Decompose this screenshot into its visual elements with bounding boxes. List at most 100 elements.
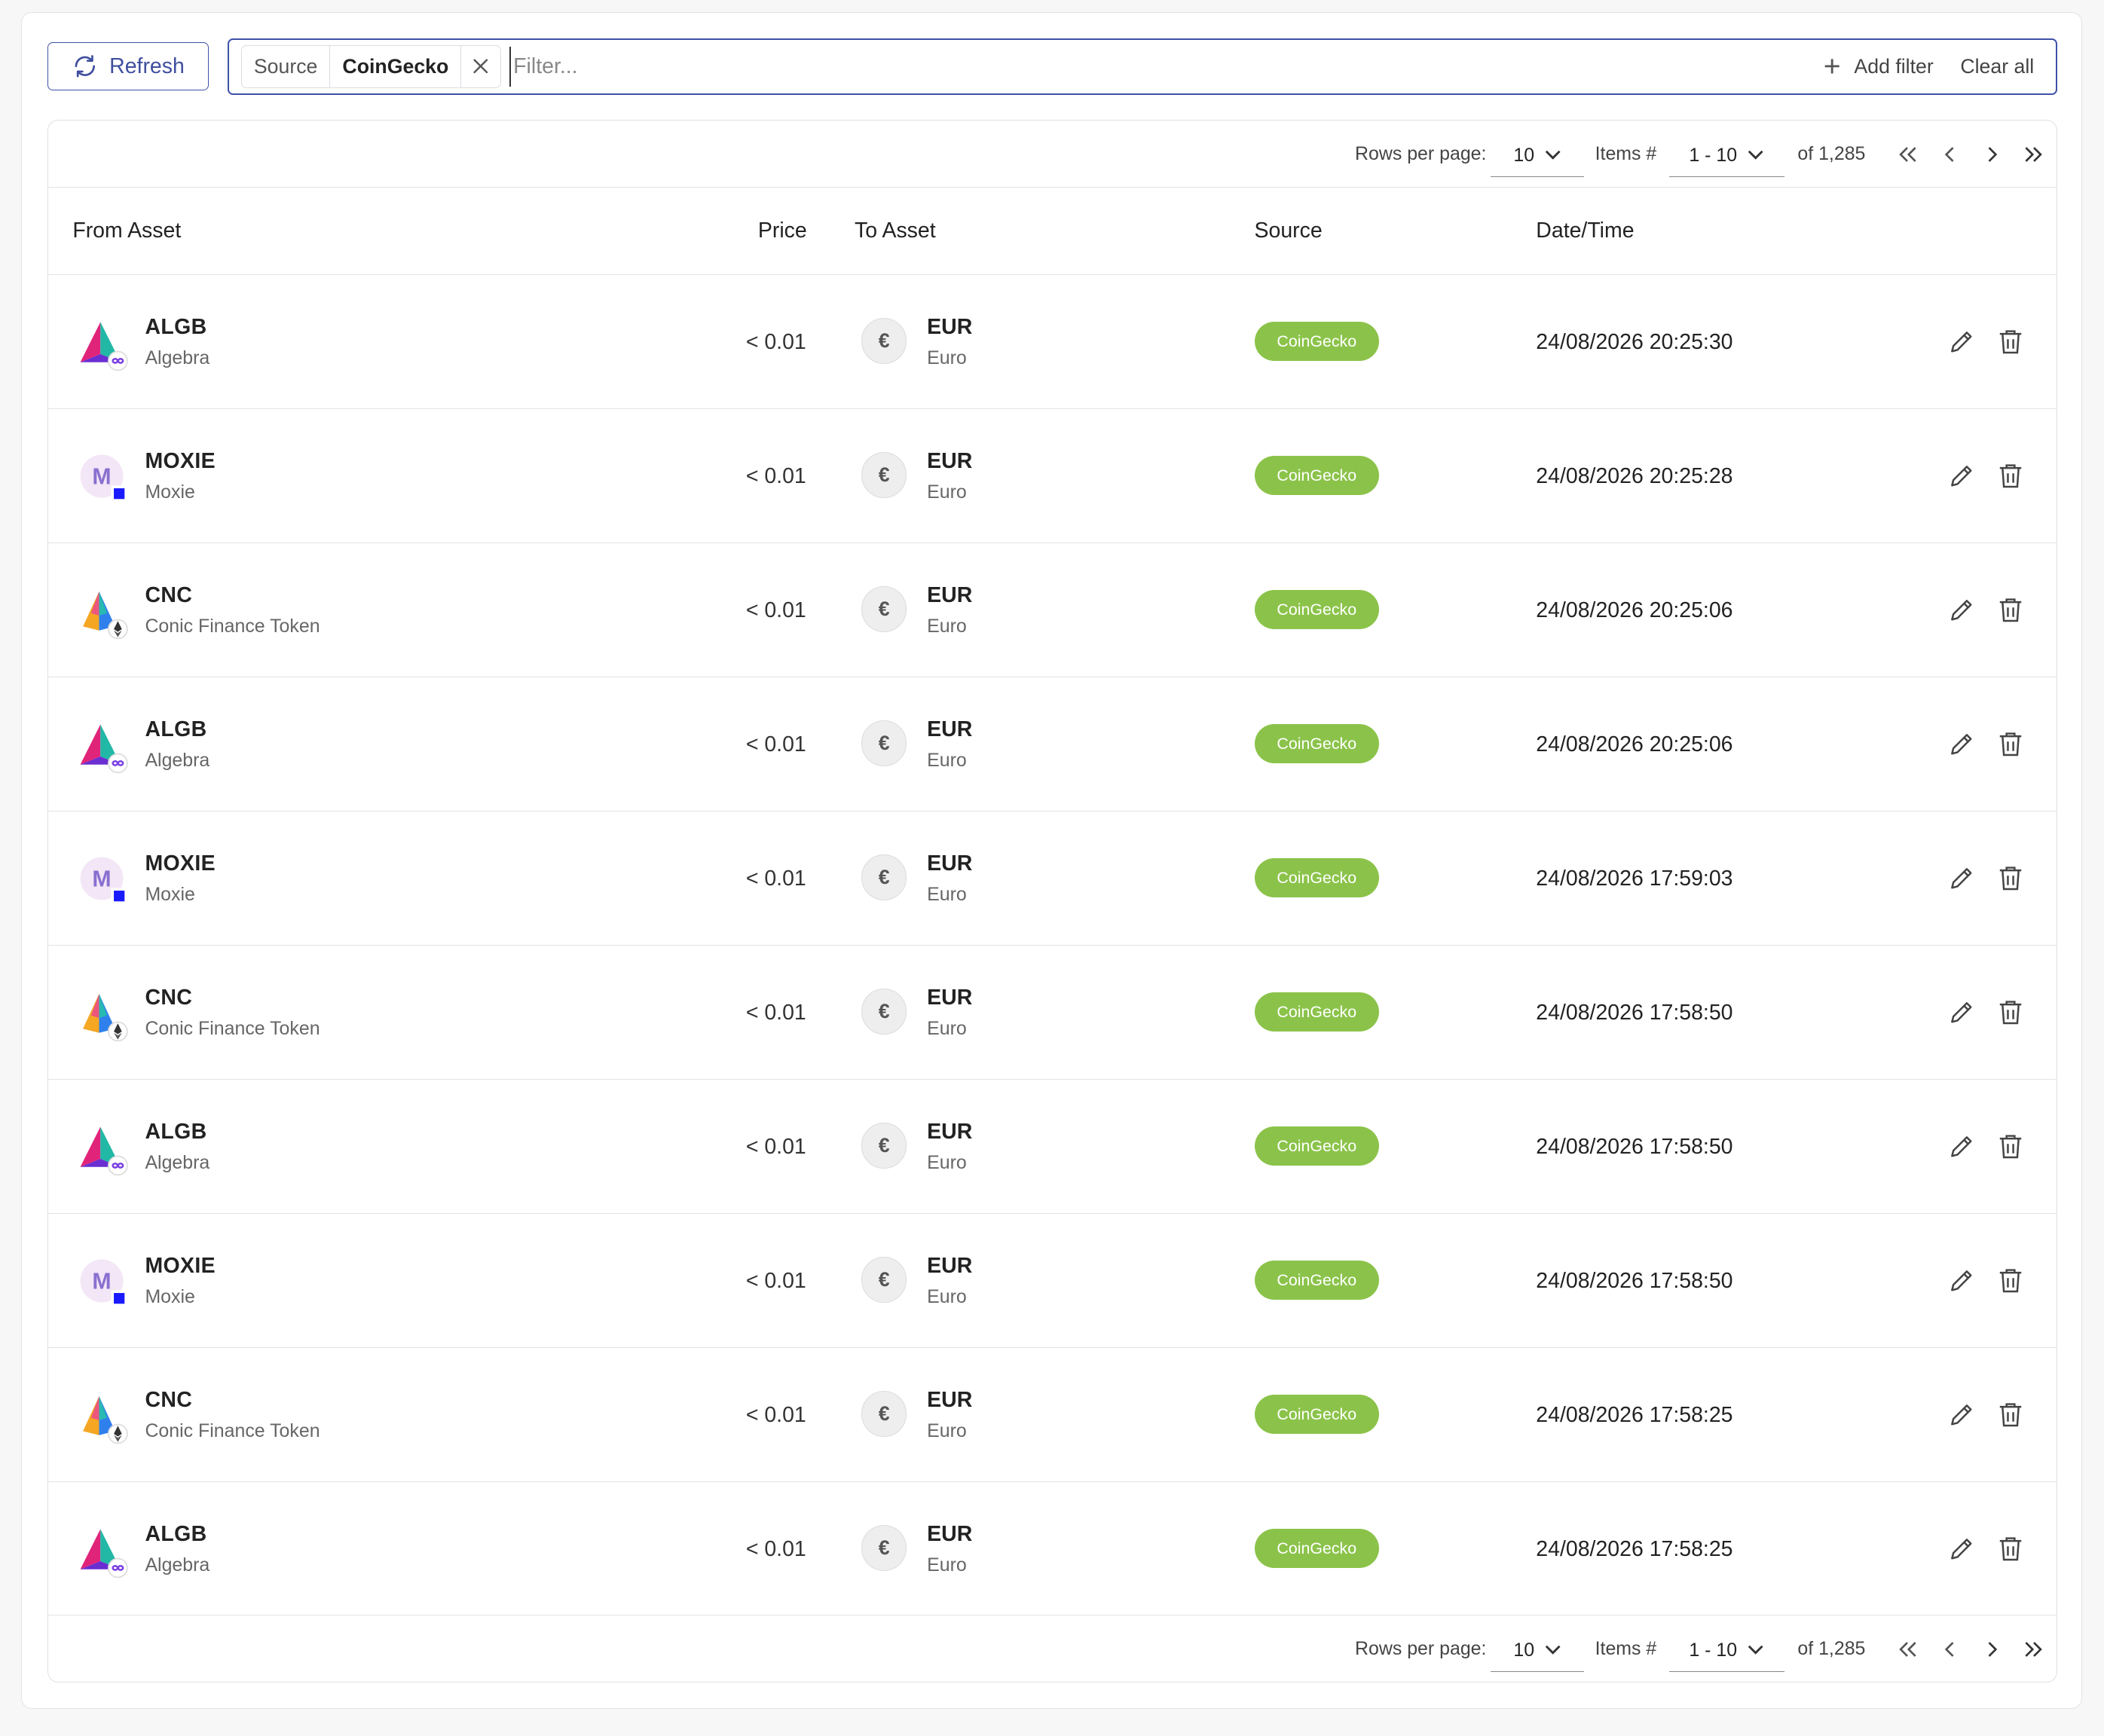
price-value: < 0.01 xyxy=(745,1001,806,1025)
from-asset-symbol: CNC xyxy=(145,583,193,608)
date-time: 24/08/2026 20:25:28 xyxy=(1536,464,1733,489)
from-asset-name: Conic Finance Token xyxy=(145,616,320,637)
chevron-right-icon xyxy=(1988,147,1998,162)
euro-icon: € xyxy=(861,854,907,900)
date-time: 24/08/2026 17:58:25 xyxy=(1536,1537,1733,1562)
to-asset-symbol: EUR xyxy=(927,315,973,340)
table-row[interactable]: M MOXIE Moxie < 0.01 € EUR Euro CoinGeck… xyxy=(48,1214,2057,1349)
plus-icon: + xyxy=(1823,50,1841,83)
trash-icon[interactable] xyxy=(1998,463,2023,490)
to-asset-symbol: EUR xyxy=(927,851,973,876)
euro-icon: € xyxy=(861,1257,907,1303)
pencil-icon[interactable] xyxy=(1948,329,1975,356)
chevron-left-icon xyxy=(1945,147,1954,162)
conic-icon xyxy=(78,586,131,640)
double-chevron-right-icon xyxy=(2025,147,2042,162)
items-range-select[interactable]: 1 - 10 xyxy=(1668,1629,1784,1673)
add-filter-button[interactable]: + Add filter xyxy=(1824,52,1934,81)
refresh-label: Refresh xyxy=(109,53,185,78)
pagination-top: Rows per page: 10 Items # 1 - 10 of 1,28… xyxy=(48,121,2057,188)
date-time: 24/08/2026 20:25:06 xyxy=(1536,732,1733,757)
filter-input[interactable] xyxy=(509,46,1824,87)
trash-icon[interactable] xyxy=(1998,999,2023,1026)
from-asset-symbol: MOXIE xyxy=(145,1254,216,1279)
trash-icon[interactable] xyxy=(1998,1401,2023,1429)
table-row[interactable]: M MOXIE Moxie < 0.01 € EUR Euro CoinGeck… xyxy=(48,811,2057,946)
remove-filter-button[interactable] xyxy=(461,46,500,87)
price-value: < 0.01 xyxy=(745,1403,806,1428)
table-row[interactable]: ALGB Algebra < 0.01 € EUR Euro CoinGecko… xyxy=(48,1482,2056,1616)
prev-page-button[interactable] xyxy=(1937,1636,1965,1663)
chevron-down-icon xyxy=(1546,150,1561,160)
column-to-asset[interactable]: To Asset xyxy=(855,219,936,243)
items-range-select[interactable]: 1 - 10 xyxy=(1668,134,1784,178)
last-page-button[interactable] xyxy=(2020,1636,2047,1663)
algebra-icon xyxy=(78,720,131,774)
price-value: < 0.01 xyxy=(745,464,806,489)
from-asset-name: Algebra xyxy=(145,1554,210,1576)
prices-table: Rows per page: 10 Items # 1 - 10 of 1,28… xyxy=(47,120,2057,1683)
rows-per-page-select[interactable]: 10 xyxy=(1490,1629,1585,1673)
price-value: < 0.01 xyxy=(745,330,806,355)
from-asset-symbol: ALGB xyxy=(145,717,207,742)
trash-icon[interactable] xyxy=(1998,1536,2023,1563)
from-asset-name: Algebra xyxy=(145,1152,210,1174)
prev-page-button[interactable] xyxy=(1937,141,1965,168)
last-page-button[interactable] xyxy=(2020,141,2047,168)
to-asset-name: Euro xyxy=(927,1420,967,1442)
to-asset-name: Euro xyxy=(927,1554,967,1576)
table-row[interactable]: ALGB Algebra < 0.01 € EUR Euro CoinGecko… xyxy=(48,677,2057,812)
pencil-icon[interactable] xyxy=(1948,597,1975,624)
double-chevron-left-icon xyxy=(1899,1641,1916,1657)
refresh-button[interactable]: Refresh xyxy=(47,42,209,91)
first-page-button[interactable] xyxy=(1895,1636,1922,1663)
conic-icon xyxy=(78,989,131,1042)
column-date-time[interactable]: Date/Time xyxy=(1536,219,1634,243)
euro-icon: € xyxy=(861,318,907,364)
items-label: Items # xyxy=(1595,1637,1657,1659)
date-time: 24/08/2026 17:58:25 xyxy=(1536,1403,1733,1428)
date-time: 24/08/2026 20:25:30 xyxy=(1536,330,1733,355)
table-row[interactable]: M MOXIE Moxie < 0.01 € EUR Euro CoinGeck… xyxy=(48,409,2057,544)
from-asset-name: Algebra xyxy=(145,347,210,369)
table-row[interactable]: CNC Conic Finance Token < 0.01 € EUR Eur… xyxy=(48,946,2057,1080)
column-from-asset[interactable]: From Asset xyxy=(72,219,181,243)
source-badge: CoinGecko xyxy=(1254,1126,1380,1166)
trash-icon[interactable] xyxy=(1998,597,2023,624)
to-asset-name: Euro xyxy=(927,1152,967,1174)
pencil-icon[interactable] xyxy=(1948,1401,1975,1429)
filter-bar[interactable]: Source CoinGecko + Add filter Clear all xyxy=(227,38,2057,95)
column-source[interactable]: Source xyxy=(1255,219,1323,243)
pencil-icon[interactable] xyxy=(1948,731,1975,758)
from-asset-symbol: MOXIE xyxy=(145,851,216,876)
table-row[interactable]: ALGB Algebra < 0.01 € EUR Euro CoinGecko… xyxy=(48,1080,2057,1215)
chevron-right-icon xyxy=(1988,1641,1998,1657)
trash-icon[interactable] xyxy=(1998,731,2023,758)
pencil-icon[interactable] xyxy=(1948,999,1975,1026)
conic-icon xyxy=(78,1391,131,1444)
next-page-button[interactable] xyxy=(1979,141,2006,168)
source-badge: CoinGecko xyxy=(1254,456,1380,495)
pencil-icon[interactable] xyxy=(1948,463,1975,490)
trash-icon[interactable] xyxy=(1998,1267,2023,1294)
pencil-icon[interactable] xyxy=(1948,1536,1975,1563)
pencil-icon[interactable] xyxy=(1948,865,1975,892)
table-row[interactable]: ALGB Algebra < 0.01 € EUR Euro CoinGecko… xyxy=(48,275,2057,410)
pencil-icon[interactable] xyxy=(1948,1133,1975,1160)
first-page-button[interactable] xyxy=(1895,141,1922,168)
to-asset-symbol: EUR xyxy=(927,1120,973,1145)
trash-icon[interactable] xyxy=(1998,329,2023,356)
next-page-button[interactable] xyxy=(1979,1636,2006,1663)
column-price[interactable]: Price xyxy=(758,219,807,243)
table-row[interactable]: CNC Conic Finance Token < 0.01 € EUR Eur… xyxy=(48,543,2057,678)
rows-per-page-select[interactable]: 10 xyxy=(1490,134,1585,178)
table-row[interactable]: CNC Conic Finance Token < 0.01 € EUR Eur… xyxy=(48,1348,2057,1483)
trash-icon[interactable] xyxy=(1998,1133,2023,1160)
from-asset-name: Moxie xyxy=(145,884,195,906)
from-asset-symbol: CNC xyxy=(145,1388,193,1413)
trash-icon[interactable] xyxy=(1998,865,2023,892)
clear-all-button[interactable]: Clear all xyxy=(1960,55,2034,78)
to-asset-name: Euro xyxy=(927,1286,967,1308)
pencil-icon[interactable] xyxy=(1948,1267,1975,1294)
rows-per-page-label: Rows per page: xyxy=(1355,1637,1487,1659)
